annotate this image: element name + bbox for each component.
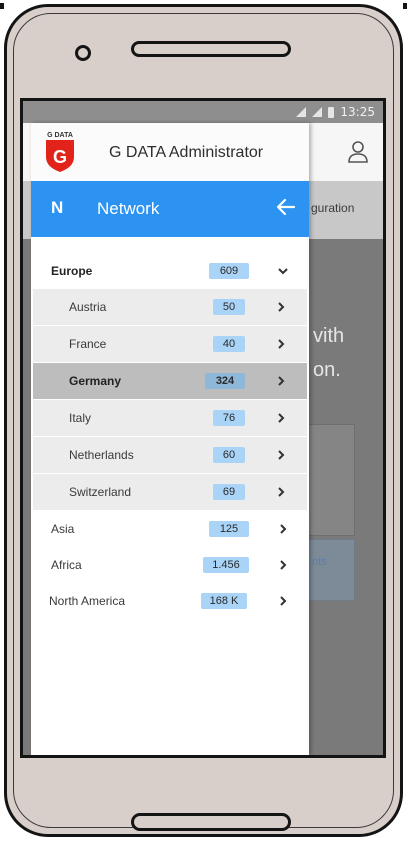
speaker [131, 41, 291, 57]
count-badge: 60 [213, 447, 245, 463]
section-title: Network [97, 199, 160, 218]
chevron-right-icon[interactable] [277, 559, 289, 571]
drawer-header: G DATA G G DATA Administrator [31, 123, 309, 182]
tree-item-africa[interactable]: Africa 1.456 [31, 547, 309, 583]
logo-text: G DATA [47, 132, 73, 139]
tree-item-asia[interactable]: Asia 125 [31, 511, 309, 547]
chevron-right-icon[interactable] [275, 486, 287, 498]
phone-side-button [403, 3, 407, 9]
tree-item-switzerland[interactable]: Switzerland 69 [33, 474, 307, 511]
tree-item-label: Germany [69, 374, 122, 388]
section-letter: N [51, 198, 64, 217]
tree-item-label: Netherlands [69, 448, 134, 462]
background-link[interactable]: nts [312, 556, 327, 568]
network-tree: Europe 609 Austria 50 France 40 Germany … [31, 253, 309, 619]
tree-item-germany[interactable]: Germany 324 [33, 363, 307, 400]
status-time: 13:25 [340, 105, 375, 119]
chevron-right-icon[interactable] [275, 338, 287, 350]
svg-text:G: G [53, 147, 67, 167]
count-badge: 609 [209, 263, 249, 279]
navigation-drawer: G DATA G G DATA Administrator N Network … [31, 123, 309, 755]
tree-item-label: Asia [51, 522, 75, 536]
count-badge: 40 [213, 336, 245, 352]
signal-icon [312, 107, 323, 117]
tree-item-italy[interactable]: Italy 76 [33, 400, 307, 437]
gdata-logo-icon: G DATA G [46, 132, 74, 172]
camera [75, 45, 91, 61]
tree-item-label: Austria [69, 300, 107, 314]
count-badge: 125 [209, 521, 249, 537]
count-badge: 168 K [201, 593, 247, 609]
chevron-right-icon[interactable] [275, 301, 287, 313]
tree-item-netherlands[interactable]: Netherlands 60 [33, 437, 307, 474]
tree-item-label: Switzerland [69, 485, 132, 499]
back-arrow-icon[interactable] [275, 196, 297, 218]
tree-item-label: North America [49, 594, 126, 608]
tree-item-label: France [69, 337, 107, 351]
user-icon[interactable] [347, 139, 369, 165]
tree-item-france[interactable]: France 40 [33, 326, 307, 363]
background-text: vith [313, 325, 345, 347]
background-text: on. [313, 359, 341, 381]
chevron-right-icon[interactable] [277, 523, 289, 535]
tree-item-label: Italy [69, 411, 92, 425]
home-button[interactable] [131, 813, 291, 831]
phone-side-button [0, 3, 4, 9]
chevron-right-icon[interactable] [277, 595, 289, 607]
tree-item-north-america[interactable]: North America 168 K [31, 583, 309, 619]
tree-item-label: Africa [51, 558, 82, 572]
count-badge: 1.456 [203, 557, 249, 573]
chevron-right-icon[interactable] [275, 375, 287, 387]
tree-item-label: Europe [51, 264, 93, 278]
tab-configuration[interactable]: guration [311, 201, 354, 215]
chevron-right-icon[interactable] [275, 412, 287, 424]
app-title: G DATA Administrator [109, 144, 264, 161]
chevron-right-icon[interactable] [275, 449, 287, 461]
count-badge: 76 [213, 410, 245, 426]
tree-item-austria[interactable]: Austria 50 [33, 289, 307, 326]
battery-icon [328, 106, 335, 118]
drawer-title-bar: N Network [31, 181, 309, 237]
tree-item-europe[interactable]: Europe 609 [31, 253, 309, 289]
wifi-icon [296, 107, 307, 117]
status-bar: 13:25 [23, 101, 383, 123]
count-badge: 324 [205, 373, 245, 389]
chevron-down-icon[interactable] [277, 265, 289, 277]
count-badge: 69 [213, 484, 245, 500]
screen: 13:25 guration vith on. nts G DATA G G D… [20, 98, 386, 758]
count-badge: 50 [213, 299, 245, 315]
